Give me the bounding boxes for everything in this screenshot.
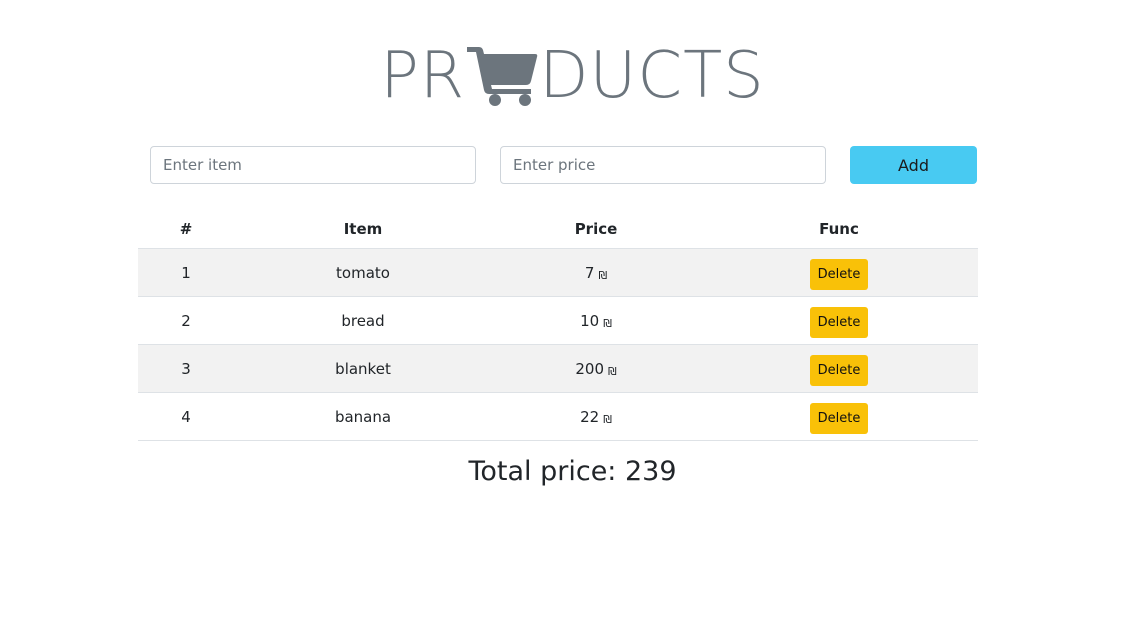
shopping-cart-icon (465, 41, 539, 107)
delete-button[interactable]: Delete (810, 307, 868, 338)
delete-button[interactable]: Delete (810, 259, 868, 290)
add-product-form: Add (150, 146, 977, 184)
row-price: 7 ₪ (492, 248, 700, 297)
column-header-item: Item (234, 209, 492, 249)
price-value: 22 (580, 407, 600, 426)
column-header-number: # (138, 209, 234, 249)
currency-symbol: ₪ (598, 268, 608, 282)
table-row: 4 banana 22 ₪ Delete (138, 392, 978, 441)
row-func: Delete (700, 296, 978, 345)
row-item: banana (234, 392, 492, 441)
column-header-price: Price (492, 209, 700, 249)
page-title: PR DUCTS (0, 40, 1145, 112)
row-number: 2 (138, 296, 234, 345)
title-right-text: DUCTS (539, 39, 765, 113)
currency-symbol: ₪ (603, 412, 612, 426)
currency-symbol: ₪ (608, 364, 617, 378)
price-value: 10 (580, 311, 600, 330)
price-input[interactable] (500, 146, 826, 184)
row-price: 22 ₪ (492, 392, 700, 441)
price-value: 7 (584, 263, 595, 282)
total-price: Total price: 239 (468, 456, 677, 487)
row-number: 4 (138, 392, 234, 441)
row-price: 200 ₪ (492, 344, 700, 393)
row-price: 10 ₪ (492, 296, 700, 345)
item-input[interactable] (150, 146, 476, 184)
row-item: tomato (234, 248, 492, 297)
add-button[interactable]: Add (850, 146, 977, 184)
table-row: 3 blanket 200 ₪ Delete (138, 344, 978, 393)
row-number: 1 (138, 248, 234, 297)
currency-symbol: ₪ (603, 316, 612, 330)
delete-button[interactable]: Delete (810, 355, 868, 386)
column-header-func: Func (700, 209, 978, 249)
products-table: # Item Price Func 1 tomato 7 ₪ Delete 2 b… (138, 209, 978, 441)
price-value: 200 (575, 359, 604, 378)
row-func: Delete (700, 344, 978, 393)
row-item: blanket (234, 344, 492, 393)
delete-button[interactable]: Delete (810, 403, 868, 434)
row-number: 3 (138, 344, 234, 393)
title-left-text: PR (380, 39, 466, 113)
row-func: Delete (700, 248, 978, 297)
table-header-row: # Item Price Func (138, 209, 978, 249)
row-func: Delete (700, 392, 978, 441)
page: PR DUCTS Add # Item Price Func 1 (0, 0, 1145, 622)
table-row: 1 tomato 7 ₪ Delete (138, 248, 978, 297)
row-item: bread (234, 296, 492, 345)
table-row: 2 bread 10 ₪ Delete (138, 296, 978, 345)
